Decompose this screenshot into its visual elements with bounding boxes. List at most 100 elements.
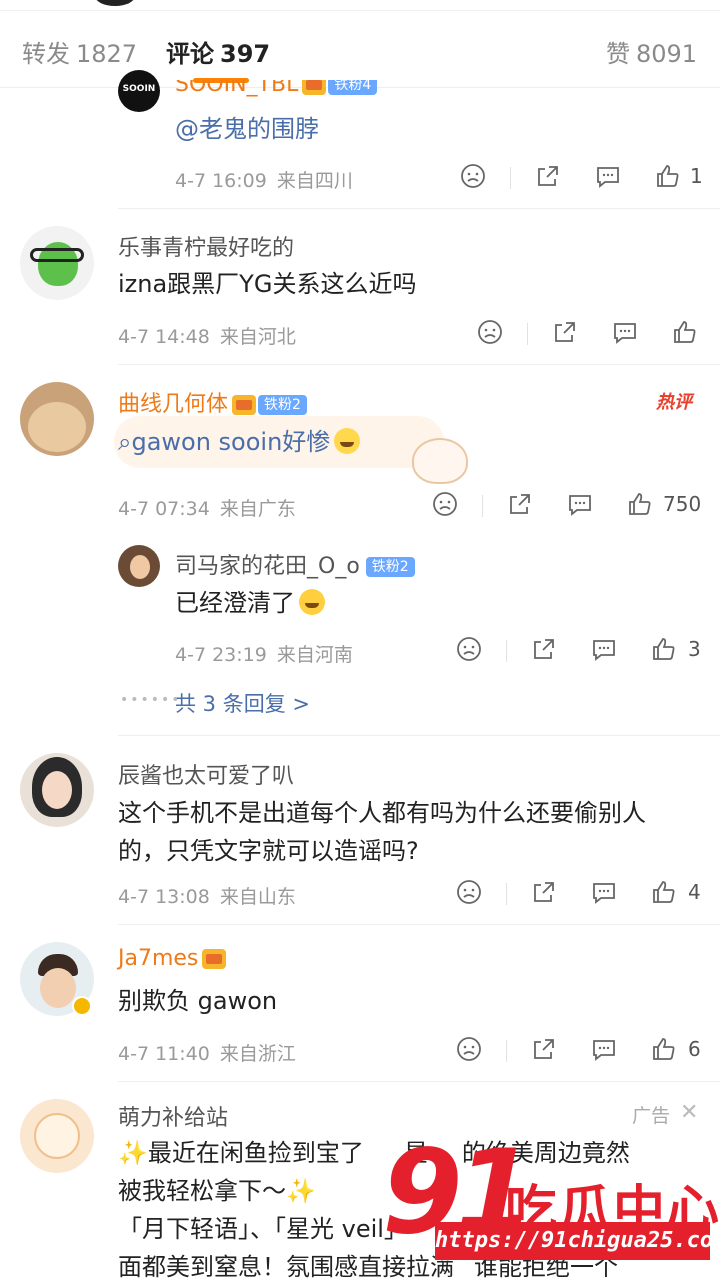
tab-repost[interactable]: 转发 1827 bbox=[22, 34, 137, 69]
comment-meta: 4-7 16:09 来自四川 bbox=[175, 166, 353, 193]
watermark-url: https://91chigua25.com bbox=[435, 1222, 720, 1260]
dislike-icon[interactable] bbox=[456, 636, 482, 666]
avatar[interactable]: SOOIN bbox=[118, 70, 160, 112]
tab-comment-count: 397 bbox=[220, 40, 271, 68]
comment-location: 来自广东 bbox=[219, 498, 296, 520]
avatar[interactable] bbox=[20, 226, 94, 300]
like-icon[interactable] bbox=[651, 1036, 677, 1066]
divider bbox=[118, 924, 720, 925]
sparkle-icon: ✨ bbox=[118, 1139, 148, 1167]
comment-username[interactable]: 曲线几何体 铁粉2 bbox=[118, 386, 307, 418]
comment-text: izna跟黑厂YG关系这么近吗 bbox=[118, 270, 417, 298]
tab-comment[interactable]: 评论 397 bbox=[166, 34, 270, 69]
close-icon[interactable]: ✕ bbox=[680, 1100, 698, 1125]
tab-repost-label: 转发 bbox=[22, 40, 70, 68]
comment-icon[interactable] bbox=[591, 879, 617, 909]
avatar[interactable] bbox=[20, 382, 94, 456]
comment-icon[interactable] bbox=[591, 1036, 617, 1066]
comment-icon[interactable] bbox=[591, 636, 617, 666]
crying-emoji-icon bbox=[299, 589, 325, 615]
comment-actions: 4 bbox=[456, 879, 712, 909]
share-icon[interactable] bbox=[531, 1036, 557, 1066]
tab-comment-label: 评论 bbox=[166, 40, 214, 68]
comment-actions: 750 bbox=[432, 491, 712, 521]
comment-meta: 4-7 07:34 来自广东 bbox=[118, 494, 296, 521]
share-icon[interactable] bbox=[531, 636, 557, 666]
view-replies-link[interactable]: 共 3 条回复 > bbox=[175, 688, 310, 718]
avatar[interactable] bbox=[20, 753, 94, 827]
like-count: 750 bbox=[663, 492, 702, 516]
comment-username[interactable]: Ja7mes bbox=[118, 946, 227, 971]
divider bbox=[0, 10, 720, 11]
username-text: 司马家的花田_O_o bbox=[175, 554, 360, 579]
avatar[interactable] bbox=[118, 545, 160, 587]
like-count: 1 bbox=[690, 164, 703, 188]
comment-text: 别欺负 gawon bbox=[118, 987, 278, 1015]
mention-link[interactable]: @老鬼的围脖 bbox=[175, 110, 319, 148]
like-count: 4 bbox=[688, 880, 701, 904]
dislike-icon[interactable] bbox=[456, 879, 482, 909]
ad-text: 被我轻松拿下～✨ bbox=[118, 1172, 316, 1210]
divider bbox=[118, 735, 720, 736]
like-icon[interactable] bbox=[651, 636, 677, 666]
dislike-icon[interactable] bbox=[456, 1036, 482, 1066]
comment-location: 来自河北 bbox=[219, 326, 296, 348]
comment-time: 4-7 14:48 bbox=[118, 326, 210, 348]
watermark-logo: 91 吃瓜中心 https://91chigua25.com bbox=[360, 1125, 720, 1280]
tab-like-label: 赞 bbox=[606, 40, 630, 68]
reply-username[interactable]: 司马家的花田_O_o 铁粉2 bbox=[175, 548, 415, 580]
comment-time: 4-7 16:09 bbox=[175, 170, 267, 192]
reply-location: 来自河南 bbox=[276, 644, 353, 666]
tab-bar: 转发 1827 评论 397 赞 8091 bbox=[0, 0, 720, 88]
avatar-partial bbox=[95, 0, 135, 6]
tab-like[interactable]: 赞 8091 bbox=[606, 34, 697, 69]
ad-text-line: 被我轻松拿下～ bbox=[118, 1177, 286, 1205]
comment-meta: 4-7 13:08 来自山东 bbox=[118, 882, 296, 909]
comment-text: ⌕gawon sooin好惨 bbox=[118, 423, 361, 461]
crown-badge-icon bbox=[202, 949, 227, 969]
comment-meta: 4-7 11:40 来自浙江 bbox=[118, 1039, 296, 1066]
comment-icon[interactable] bbox=[567, 491, 593, 521]
comment-actions: 6 bbox=[456, 1036, 712, 1066]
share-icon[interactable] bbox=[552, 319, 578, 349]
comment-username[interactable]: 乐事青柠最好吃的 bbox=[118, 230, 294, 262]
comment-location: 来自四川 bbox=[276, 170, 353, 192]
comment-time: 4-7 07:34 bbox=[118, 498, 210, 520]
ad-label: 广告 bbox=[632, 1105, 671, 1127]
search-link-text[interactable]: gawon sooin好惨 bbox=[131, 428, 330, 456]
divider bbox=[118, 208, 720, 209]
dislike-icon[interactable] bbox=[477, 319, 503, 349]
share-icon[interactable] bbox=[507, 491, 533, 521]
comment-username[interactable]: 萌力补给站 bbox=[118, 1100, 228, 1132]
share-icon[interactable] bbox=[531, 879, 557, 909]
divider bbox=[506, 640, 507, 662]
comment-actions bbox=[477, 319, 707, 349]
avatar[interactable] bbox=[20, 1099, 94, 1173]
dislike-icon[interactable] bbox=[460, 163, 486, 193]
divider bbox=[510, 167, 511, 189]
divider bbox=[527, 323, 528, 345]
comment-icon[interactable] bbox=[595, 163, 621, 193]
like-icon[interactable] bbox=[672, 319, 698, 349]
like-count: 3 bbox=[688, 637, 701, 661]
comment-username[interactable]: 辰酱也太可爱了叭 bbox=[118, 758, 294, 790]
ad-text-line: 最近在闲鱼捡到宝了 bbox=[147, 1139, 364, 1167]
search-icon[interactable]: ⌕ bbox=[118, 428, 131, 456]
like-icon[interactable] bbox=[627, 491, 653, 521]
reply-meta: 4-7 23:19 来自河南 bbox=[175, 640, 353, 667]
share-icon[interactable] bbox=[535, 163, 561, 193]
hot-comment-tag: 热评 bbox=[656, 392, 692, 413]
dislike-icon[interactable] bbox=[432, 491, 458, 521]
tab-like-count: 8091 bbox=[636, 40, 698, 68]
like-icon[interactable] bbox=[655, 163, 681, 193]
reply-actions: 3 bbox=[456, 636, 712, 666]
comment-icon[interactable] bbox=[612, 319, 638, 349]
divider bbox=[118, 364, 720, 365]
replies-dots: •••••• bbox=[120, 692, 182, 708]
comment-location: 来自山东 bbox=[219, 886, 296, 908]
comment-text: 的，只凭文字就可以造谣吗? bbox=[118, 837, 419, 865]
like-icon[interactable] bbox=[651, 879, 677, 909]
crown-badge-icon bbox=[232, 395, 257, 415]
tab-repost-count: 1827 bbox=[76, 40, 138, 68]
like-count: 6 bbox=[688, 1037, 701, 1061]
